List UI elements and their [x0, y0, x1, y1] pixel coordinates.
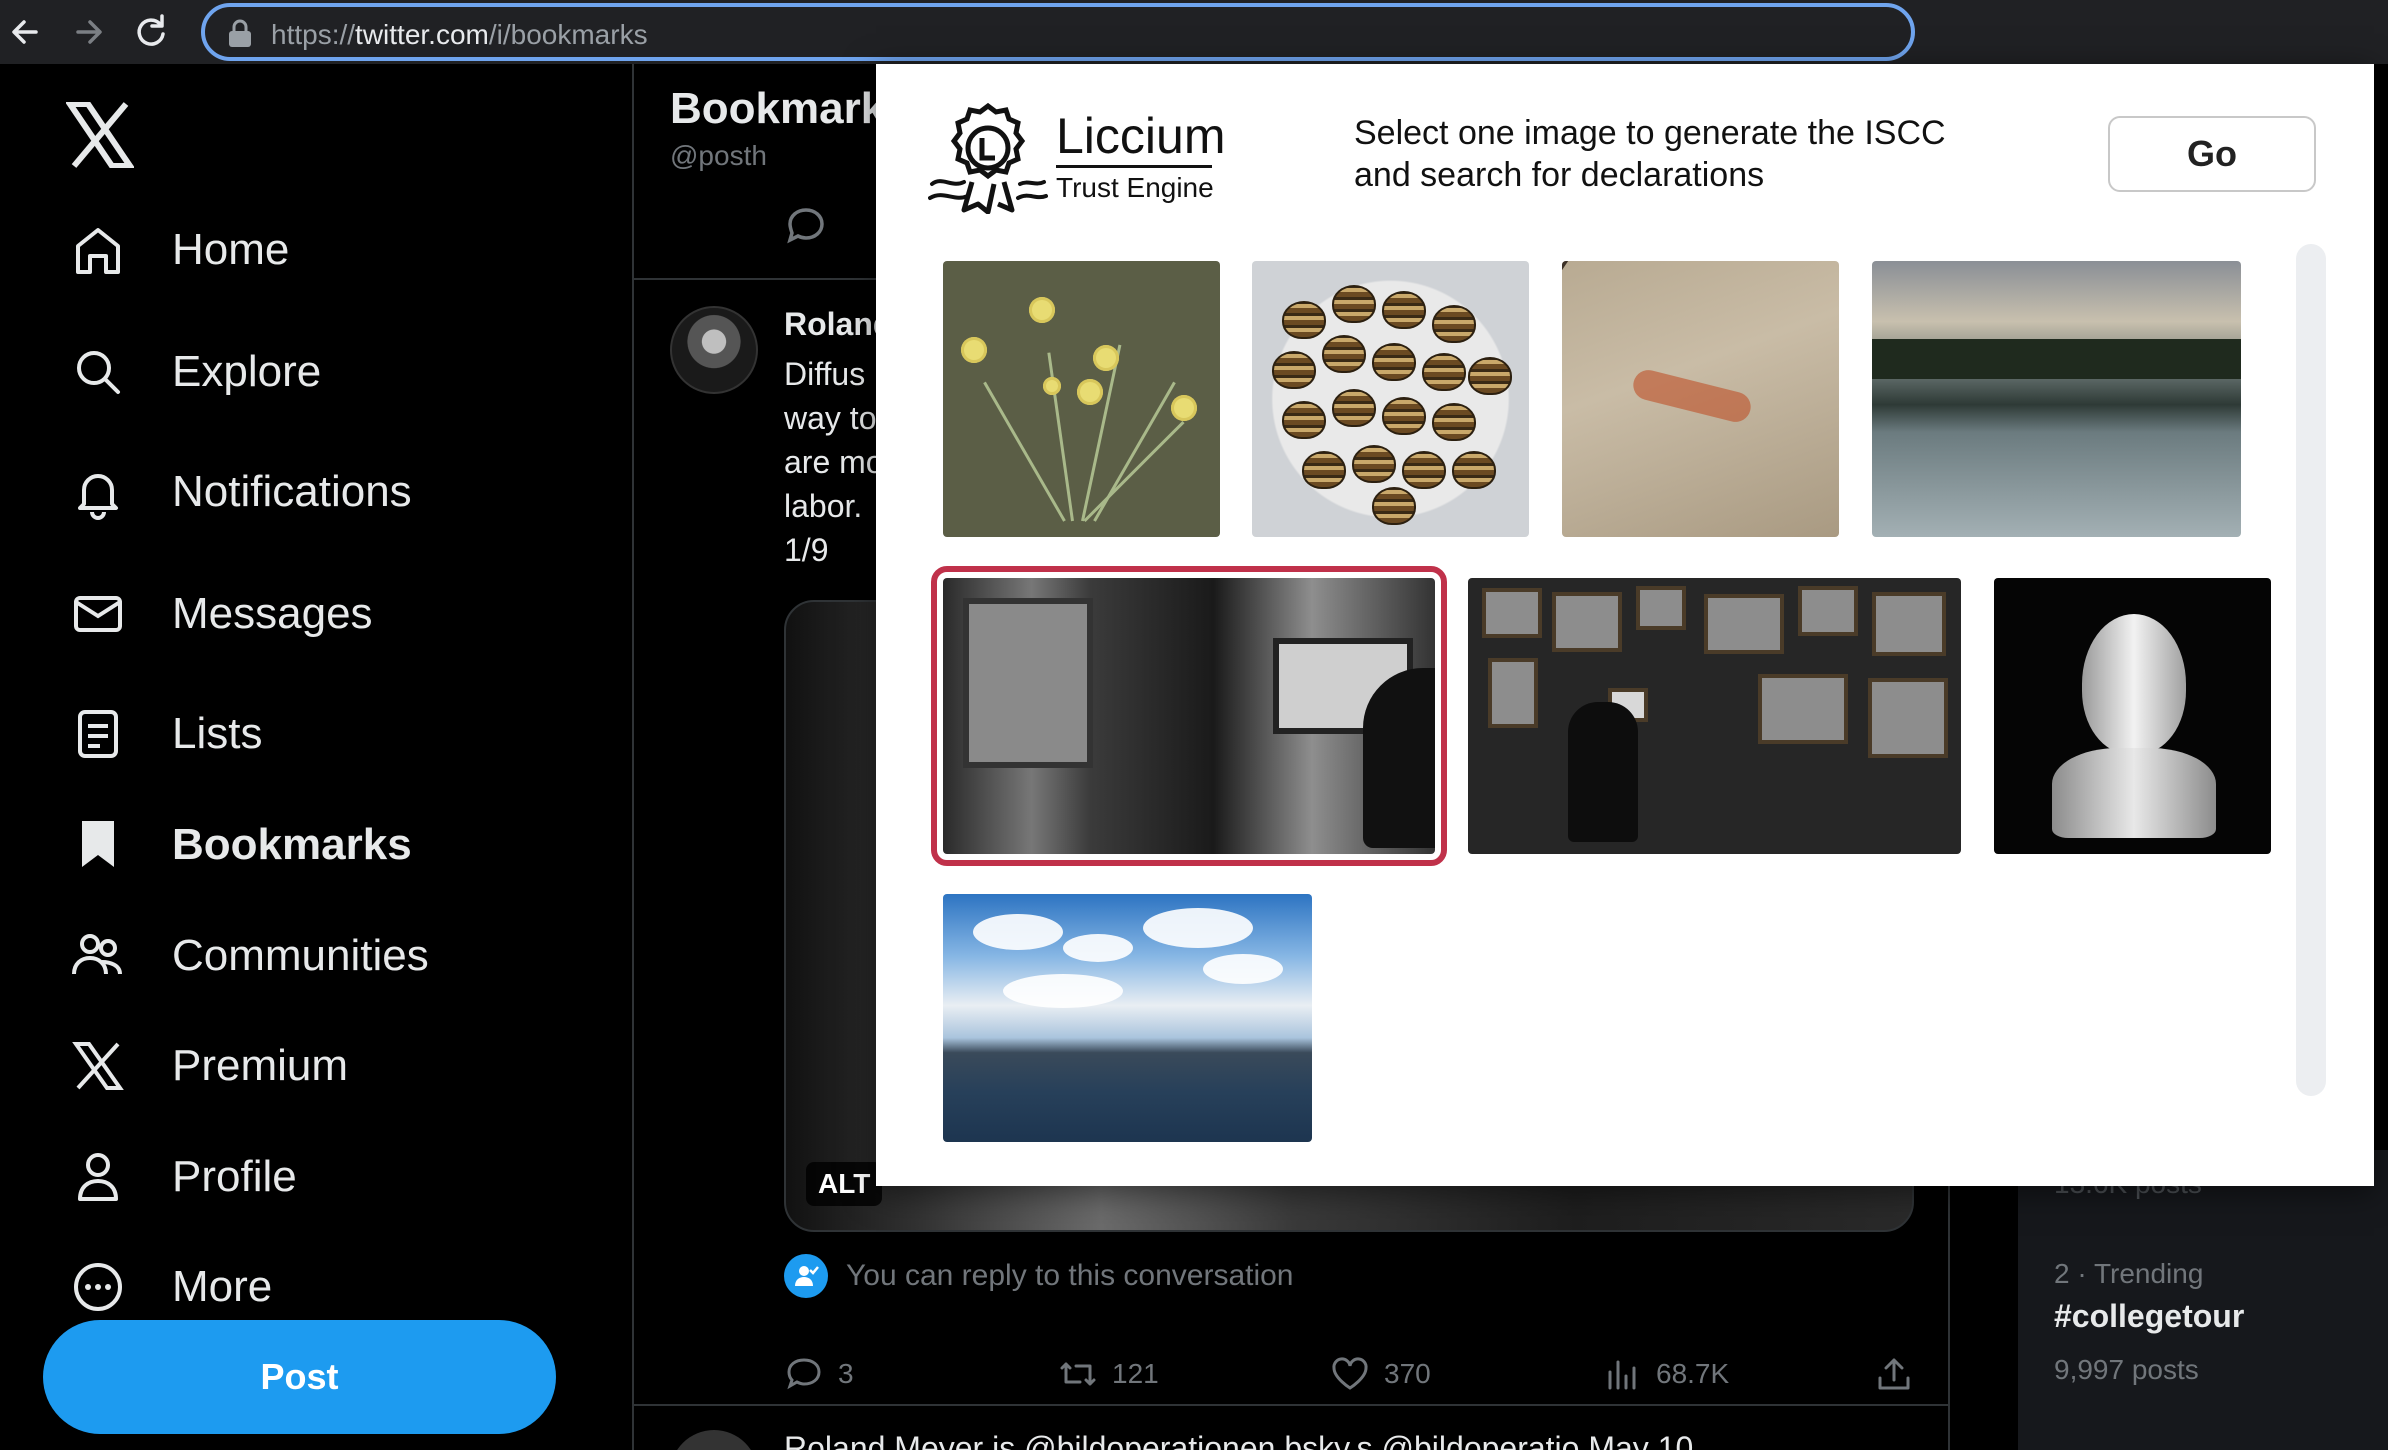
trending-panel: 13.6K posts 2 · Trending #collegetour 9,…	[2018, 1150, 2388, 1450]
nav-bookmarks[interactable]: Bookmarks	[64, 805, 412, 885]
bar-chart-icon	[1608, 1360, 1636, 1390]
brand-rule	[1056, 164, 1212, 168]
trend-context: 2 · Trending	[2054, 1258, 2204, 1289]
reload-icon[interactable]	[128, 10, 172, 54]
trend-name[interactable]: #collegetour	[2054, 1298, 2244, 1335]
brand-name: Liccium	[1056, 107, 1226, 164]
nav-premium[interactable]: Premium	[64, 1026, 348, 1106]
nav-communities-label: Communities	[172, 931, 429, 980]
tweet-text-line: way to	[784, 400, 877, 436]
avatar[interactable]	[670, 1430, 758, 1450]
image-thumbnail-flowers[interactable]	[943, 261, 1220, 537]
nav-premium-label: Premium	[172, 1041, 349, 1090]
view-count: 68.7K	[1656, 1358, 1730, 1389]
nav-home-label: Home	[172, 225, 290, 274]
nav-explore-label: Explore	[172, 347, 322, 396]
tweet-text-line: Diffus	[784, 356, 866, 392]
nav-lists-label: Lists	[172, 709, 263, 758]
instruction-text: Select one image to generate the ISCC an…	[1354, 114, 1946, 194]
nav-notifications[interactable]: Notifications	[64, 452, 412, 532]
nav-lists[interactable]: Lists	[64, 694, 262, 774]
repost-icon	[1060, 1362, 1096, 1386]
nav-profile[interactable]: Profile	[64, 1137, 297, 1217]
more-icon	[64, 1253, 132, 1321]
reply-note-text: You can reply to this conversation	[846, 1259, 1294, 1292]
reply-button[interactable]: 3	[784, 1354, 854, 1394]
image-thumbnail-bust[interactable]	[1994, 578, 2271, 854]
browser-toolbar: https://twitter.com/i/bookmarks	[0, 0, 2388, 64]
nav-bookmarks-label: Bookmarks	[172, 820, 412, 869]
person-icon	[64, 1143, 132, 1211]
repost-count: 121	[1112, 1358, 1159, 1389]
next-tweet-header: Roland Meyer is @bildoperationen.bsky.s …	[784, 1430, 1694, 1450]
x-icon	[64, 1032, 132, 1100]
repost-button[interactable]: 121	[1058, 1354, 1159, 1394]
page-title: Bookmarks	[670, 84, 910, 133]
left-sidebar: Home Explore Notifications Messages List…	[0, 64, 632, 1450]
share-button[interactable]	[1874, 1354, 1914, 1394]
views-button[interactable]: 68.7K	[1602, 1354, 1729, 1394]
like-button[interactable]: 370	[1330, 1354, 1431, 1394]
nav-home[interactable]: Home	[64, 210, 289, 290]
lock-icon	[227, 19, 253, 49]
nav-explore[interactable]: Explore	[64, 332, 321, 412]
tweet-text-line: labor.	[784, 488, 863, 524]
bell-icon	[64, 458, 132, 526]
liccium-seal-icon	[928, 102, 1048, 214]
image-thumbnail-workshop-selected[interactable]	[931, 566, 1447, 866]
image-thumbnail-pool[interactable]	[1872, 261, 2241, 537]
communities-icon	[64, 922, 132, 990]
divider	[634, 1404, 1948, 1406]
url-text: https://twitter.com/i/bookmarks	[271, 19, 648, 50]
trend-post-count: 9,997 posts	[2054, 1354, 2199, 1385]
screen: https://twitter.com/i/bookmarks Home Exp…	[0, 0, 2388, 1450]
nav-more[interactable]: More	[64, 1247, 272, 1327]
bookmark-icon	[64, 811, 132, 879]
list-icon	[64, 700, 132, 768]
image-thumbnail-sand[interactable]	[1562, 261, 1839, 537]
like-count: 370	[1384, 1358, 1431, 1389]
liccium-popup: Liccium Trust Engine Select one image to…	[876, 64, 2374, 1186]
nav-messages-label: Messages	[172, 589, 373, 638]
forward-arrow-icon[interactable]	[66, 10, 110, 54]
tweet-text-line: are mo	[784, 444, 884, 480]
reply-count: 3	[838, 1358, 854, 1389]
brand-subtitle: Trust Engine	[1056, 171, 1214, 203]
image-thumbnail-gallery[interactable]	[1468, 578, 1961, 854]
image-thumbnail-clams[interactable]	[1252, 261, 1529, 537]
home-icon	[64, 216, 132, 284]
back-arrow-icon[interactable]	[4, 10, 48, 54]
share-icon	[1878, 1358, 1910, 1390]
tweet-text-line: 1/9	[784, 532, 829, 568]
envelope-icon	[64, 580, 132, 648]
search-icon	[64, 338, 132, 406]
post-button[interactable]: Post	[43, 1320, 556, 1434]
heart-icon	[1332, 1357, 1368, 1390]
user-handle: @posth	[670, 140, 767, 171]
x-logo-icon[interactable]	[64, 101, 136, 169]
comment-icon[interactable]	[784, 204, 828, 248]
scrollbar[interactable]	[2296, 244, 2326, 1096]
avatar[interactable]	[670, 306, 758, 394]
address-bar[interactable]: https://twitter.com/i/bookmarks	[201, 3, 1915, 61]
alt-badge[interactable]: ALT	[806, 1162, 883, 1206]
nav-profile-label: Profile	[172, 1152, 297, 1201]
go-button[interactable]: Go	[2108, 116, 2316, 192]
liccium-brand: Liccium Trust Engine	[928, 98, 1225, 214]
person-check-icon	[784, 1254, 828, 1298]
reply-permission-note: You can reply to this conversation	[784, 1254, 1294, 1298]
reply-icon	[787, 1358, 821, 1390]
nav-more-label: More	[172, 1262, 273, 1311]
nav-notifications-label: Notifications	[172, 467, 412, 516]
nav-messages[interactable]: Messages	[64, 574, 373, 654]
image-thumbnail-lake[interactable]	[943, 894, 1312, 1142]
nav-communities[interactable]: Communities	[64, 916, 429, 996]
